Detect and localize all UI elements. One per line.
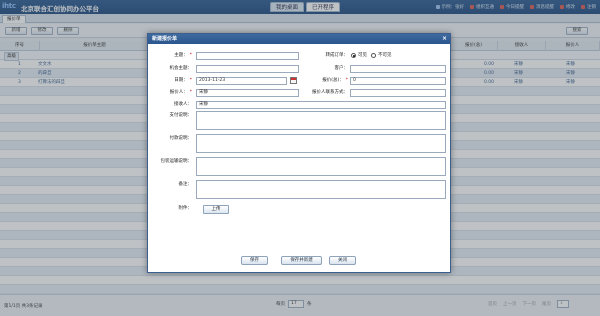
- date-input[interactable]: 2013-11-23: [196, 77, 287, 85]
- date-label: 日期： *: [152, 76, 192, 85]
- required-mark: *: [189, 53, 192, 58]
- upload-button[interactable]: 上传: [203, 205, 229, 214]
- convert-order-label: 转成订单：: [325, 53, 349, 58]
- date-label-text: 日期：: [174, 78, 188, 83]
- payment-desc-label: 支付说明：: [169, 113, 193, 118]
- payment-terms-textarea[interactable]: [196, 134, 446, 153]
- dialog-title: 新建报价单 ×: [148, 34, 450, 44]
- opportunity-label: 机会主题：: [169, 66, 193, 71]
- receiver-label: 接收人：: [174, 102, 192, 107]
- payment-terms-label: 付款说明：: [169, 136, 193, 141]
- packing-textarea[interactable]: [196, 157, 446, 176]
- remarks-textarea[interactable]: [196, 180, 446, 199]
- required-mark: *: [189, 90, 192, 95]
- subject-label: 主题： *: [152, 51, 192, 60]
- new-quotation-dialog: 新建报价单 × 主题： * 转成订单： 可见 不可见 机会主题： 客户： 日期： *…: [147, 33, 451, 273]
- close-icon[interactable]: ×: [442, 35, 447, 43]
- close-button[interactable]: 关闭: [329, 256, 356, 265]
- convert-hidden-radio[interactable]: [371, 53, 376, 58]
- required-mark: *: [189, 78, 192, 83]
- save-button[interactable]: 保存: [241, 256, 268, 265]
- dialog-title-text: 新建报价单: [152, 36, 178, 42]
- calendar-icon[interactable]: [290, 77, 297, 84]
- attachment-label: 附件：: [178, 206, 193, 211]
- total-price-label-text: 报价(总)：: [322, 78, 344, 83]
- convert-visible-radio[interactable]: [351, 53, 356, 58]
- packing-label: 包装运输说明：: [160, 159, 193, 164]
- quoter-label-text: 报价人：: [169, 90, 188, 95]
- total-price-label: 报价(总)： *: [304, 76, 348, 85]
- total-price-input[interactable]: 0: [350, 77, 446, 85]
- required-mark: *: [345, 78, 348, 83]
- opportunity-input[interactable]: [196, 65, 299, 73]
- receiver-input[interactable]: 宋静: [196, 101, 446, 109]
- customer-label: 客户：: [334, 66, 349, 71]
- quoter-contact-label: 报价人联系方式：: [312, 90, 348, 95]
- payment-desc-textarea[interactable]: [196, 111, 446, 130]
- subject-input[interactable]: [196, 52, 299, 60]
- save-and-new-button[interactable]: 保存并新建: [281, 256, 322, 265]
- quoter-input[interactable]: 宋静: [196, 89, 299, 97]
- convert-hidden-label: 不可见: [378, 53, 392, 58]
- subject-label-text: 主题：: [174, 53, 188, 58]
- quoter-label: 报价人： *: [152, 88, 192, 97]
- customer-input[interactable]: [350, 65, 446, 73]
- convert-visible-label: 可见: [358, 53, 367, 58]
- quoter-contact-input[interactable]: [350, 89, 446, 97]
- remarks-label: 备注：: [178, 182, 193, 187]
